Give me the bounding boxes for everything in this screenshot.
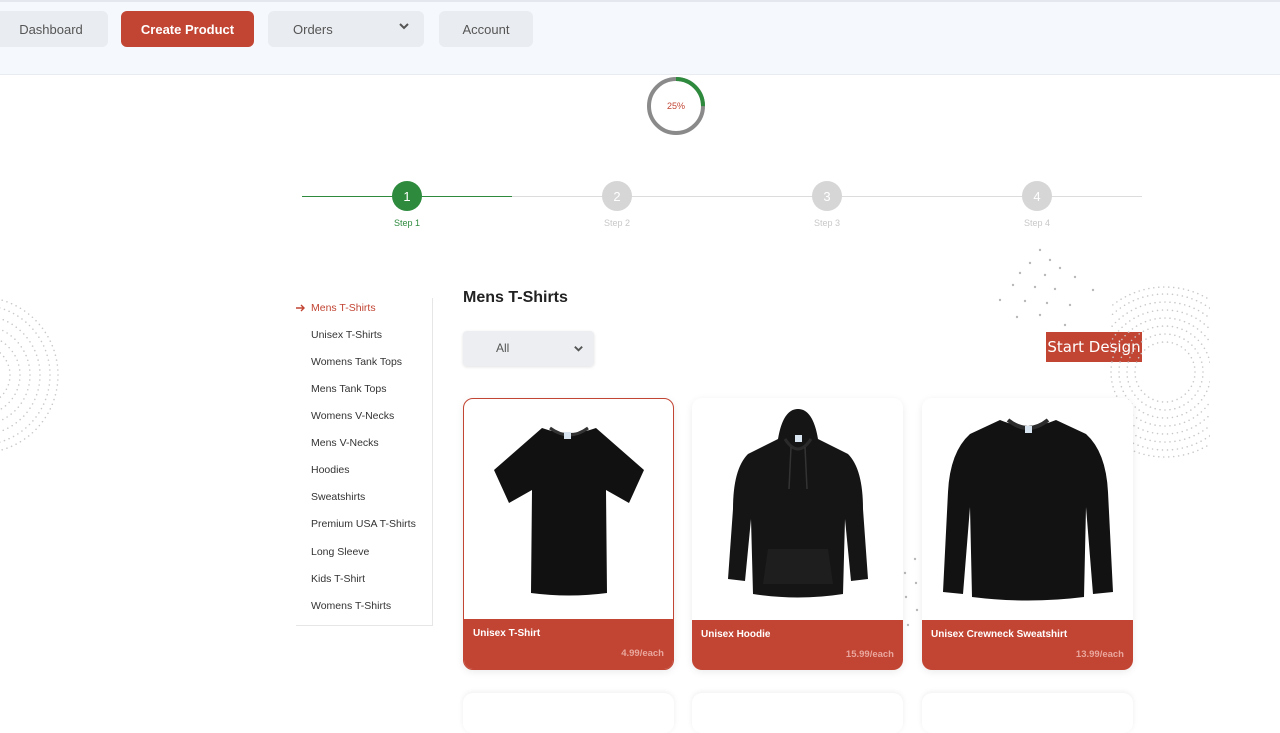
product-card[interactable] (463, 693, 674, 733)
decorative-dots (900, 555, 922, 630)
category-sidebar: Mens T-Shirts Unisex T-Shirts Womens Tan… (296, 298, 433, 626)
section-title: Mens T-Shirts (463, 289, 568, 307)
product-name: Unisex Hoodie (701, 629, 770, 640)
product-card[interactable]: Unisex Hoodie 15.99/each (692, 398, 903, 670)
step-4-label: Step 4 (1007, 218, 1067, 228)
dashboard-button[interactable]: Dashboard (0, 11, 108, 47)
step-1-circle[interactable]: 1 (392, 181, 422, 211)
category-item-sweatshirts[interactable]: Sweatshirts (311, 491, 365, 503)
category-item-womens-v-necks[interactable]: Womens V-Necks (311, 410, 394, 422)
chevron-down-icon (398, 20, 410, 32)
category-item-womens-tank-tops[interactable]: Womens Tank Tops (311, 356, 402, 368)
product-card[interactable] (692, 693, 903, 733)
category-item-womens-tshirts[interactable]: Womens T-Shirts (311, 600, 391, 612)
step-1-label: Step 1 (377, 218, 437, 228)
category-label: Mens T-Shirts (311, 302, 376, 314)
product-card[interactable] (922, 693, 1133, 733)
step-3-label: Step 3 (797, 218, 857, 228)
arrow-right-icon (296, 304, 306, 312)
product-info: Unisex Crewneck Sweatshirt 13.99/each (922, 620, 1133, 670)
progress-label: 25% (645, 101, 707, 111)
hoodie-image (692, 398, 903, 620)
product-info: Unisex T-Shirt 4.99/each (464, 619, 673, 669)
step-3-circle[interactable]: 3 (812, 181, 842, 211)
orders-label: Orders (293, 22, 333, 37)
chevron-down-icon (573, 343, 584, 354)
product-price: 4.99/each (621, 648, 664, 659)
category-item-premium-usa-tshirts[interactable]: Premium USA T-Shirts (311, 518, 416, 530)
category-item-unisex-tshirts[interactable]: Unisex T-Shirts (311, 329, 382, 341)
filter-select[interactable]: All (463, 331, 594, 366)
filter-value: All (496, 341, 509, 355)
category-item-mens-tank-tops[interactable]: Mens Tank Tops (311, 383, 387, 395)
category-item-long-sleeve[interactable]: Long Sleeve (311, 546, 369, 558)
product-price: 15.99/each (846, 649, 894, 660)
tshirt-image (464, 399, 673, 621)
decorative-dots (0, 290, 60, 460)
product-name: Unisex Crewneck Sweatshirt (931, 629, 1067, 640)
orders-dropdown[interactable]: Orders (268, 11, 424, 47)
decorative-dots (995, 245, 1100, 335)
product-card[interactable]: Unisex T-Shirt 4.99/each (463, 398, 674, 670)
product-price: 13.99/each (1076, 649, 1124, 660)
step-4-circle[interactable]: 4 (1022, 181, 1052, 211)
top-nav: Dashboard Create Product Orders Account (0, 0, 1280, 75)
account-button[interactable]: Account (439, 11, 533, 47)
category-item-kids-tshirt[interactable]: Kids T-Shirt (311, 573, 365, 585)
product-name: Unisex T-Shirt (473, 628, 540, 639)
product-card[interactable]: Unisex Crewneck Sweatshirt 13.99/each (922, 398, 1133, 670)
category-item-hoodies[interactable]: Hoodies (311, 464, 350, 476)
step-2-circle[interactable]: 2 (602, 181, 632, 211)
create-product-button[interactable]: Create Product (121, 11, 254, 47)
product-info: Unisex Hoodie 15.99/each (692, 620, 903, 670)
category-item-mens-v-necks[interactable]: Mens V-Necks (311, 437, 379, 449)
sweatshirt-image (922, 398, 1133, 620)
step-2-label: Step 2 (587, 218, 647, 228)
